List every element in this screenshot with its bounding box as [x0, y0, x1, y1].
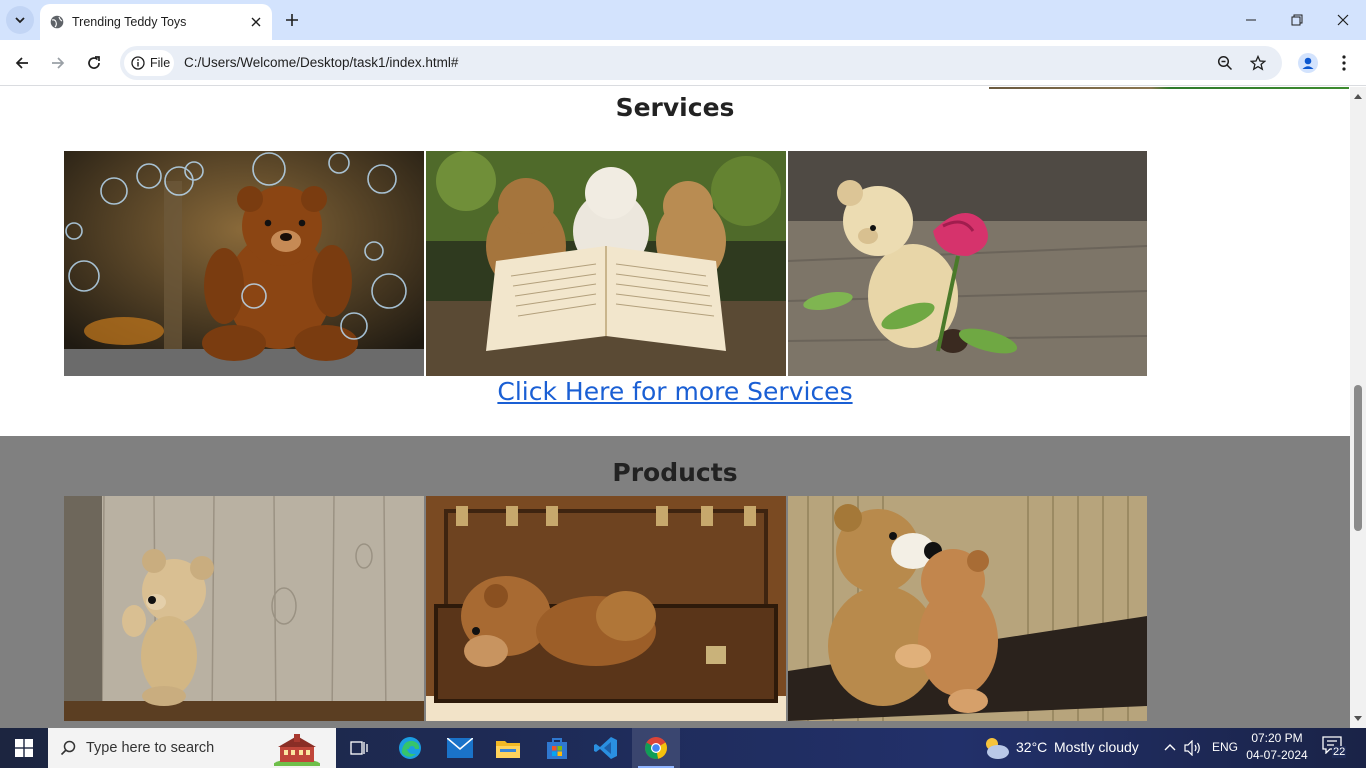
minimize-icon [1246, 19, 1256, 21]
reload-button[interactable] [80, 49, 108, 77]
products-section: Products [0, 436, 1350, 728]
chevron-up-icon[interactable] [1164, 742, 1176, 752]
close-icon [1337, 14, 1349, 26]
more-services-container: Click Here for more Services [0, 377, 1350, 406]
notification-count: 22 [1332, 746, 1347, 758]
new-tab-button[interactable] [280, 8, 304, 32]
services-image-rose-bear [788, 151, 1147, 376]
more-services-link[interactable]: Click Here for more Services [497, 377, 852, 406]
notification-center-button[interactable]: 22 [1322, 736, 1350, 760]
back-button[interactable] [8, 49, 36, 77]
product-image-suitcase-bear [426, 496, 786, 721]
scrollbar-thumb[interactable] [1354, 385, 1362, 531]
bookmark-star-icon[interactable] [1246, 51, 1270, 75]
store-icon [547, 738, 567, 759]
zoom-icon[interactable] [1213, 51, 1237, 75]
clock-date: 04-07-2024 [1246, 748, 1308, 762]
mail-icon [447, 738, 473, 758]
folder-icon [496, 741, 520, 758]
windows-taskbar: Type here to search 32°C Mostly cloudy E… [0, 728, 1366, 768]
previous-section-image-edge [989, 87, 1349, 89]
task-view-icon [350, 741, 368, 755]
clock[interactable]: 07:20 PM 04-07-2024 [1244, 730, 1310, 764]
file-explorer-app[interactable] [484, 728, 532, 768]
globe-icon [50, 15, 64, 29]
scroll-down-arrow-icon[interactable] [1353, 714, 1363, 724]
edge-app[interactable] [386, 728, 434, 768]
services-image-bubbles-bear [64, 151, 424, 376]
chevron-down-icon [15, 17, 25, 24]
browser-tab[interactable]: Trending Teddy Toys [40, 4, 272, 40]
taskbar-search-box[interactable]: Type here to search [48, 728, 336, 768]
arrow-right-icon [52, 57, 65, 69]
vscode-icon [594, 737, 617, 759]
browser-toolbar: File C:/Users/Welcome/Desktop/task1/inde… [0, 40, 1366, 86]
windows-logo-icon [15, 739, 33, 757]
close-tab-icon[interactable] [246, 12, 266, 32]
weather-temperature[interactable]: 32°C [1016, 739, 1047, 755]
kebab-menu-icon [1342, 55, 1346, 71]
taskbar-search-placeholder: Type here to search [86, 740, 215, 756]
restore-button[interactable] [1274, 0, 1320, 40]
menu-button[interactable] [1330, 49, 1358, 77]
arrow-left-icon [15, 57, 28, 69]
close-window-button[interactable] [1320, 0, 1366, 40]
task-view-button[interactable] [336, 728, 384, 768]
school-building-icon [274, 734, 320, 766]
chrome-icon [645, 737, 667, 759]
product-image-peeking-bear [64, 496, 424, 721]
services-image-reading-bears [426, 151, 786, 376]
product-image-hugging-bears [788, 496, 1147, 721]
profile-icon [1298, 53, 1318, 73]
vscode-app[interactable] [582, 728, 630, 768]
tab-search-button[interactable] [6, 6, 34, 34]
reload-icon [88, 56, 100, 69]
site-info-chip[interactable]: File [124, 50, 174, 76]
language-indicator[interactable]: ENG [1212, 740, 1238, 754]
plus-icon [286, 14, 298, 26]
url-text[interactable]: C:/Users/Welcome/Desktop/task1/index.htm… [184, 55, 458, 70]
start-button[interactable] [0, 728, 48, 768]
mail-app[interactable] [436, 728, 484, 768]
minimize-button[interactable] [1228, 0, 1274, 40]
page-scrollbar[interactable] [1350, 87, 1366, 728]
services-heading: Services [615, 93, 735, 122]
products-heading: Products [612, 458, 738, 487]
store-app[interactable] [533, 728, 581, 768]
search-icon [60, 740, 76, 756]
address-bar[interactable]: File C:/Users/Welcome/Desktop/task1/inde… [120, 46, 1282, 80]
edge-icon [399, 737, 421, 759]
restore-icon [1291, 14, 1303, 26]
profile-button[interactable] [1294, 49, 1322, 77]
weather-cloud-icon [986, 738, 1009, 759]
chrome-app[interactable] [632, 728, 680, 768]
info-icon [131, 56, 145, 70]
chip-label: File [150, 56, 171, 70]
clock-time: 07:20 PM [1251, 731, 1303, 745]
volume-icon[interactable] [1184, 740, 1202, 756]
weather-description[interactable]: Mostly cloudy [1054, 739, 1139, 755]
scroll-up-arrow-icon[interactable] [1353, 91, 1363, 101]
page-viewport: Services Click Here for more Services Pr… [0, 87, 1350, 728]
forward-button[interactable] [44, 49, 72, 77]
tab-title: Trending Teddy Toys [72, 15, 187, 29]
tab-bar: Trending Teddy Toys [0, 0, 1366, 40]
